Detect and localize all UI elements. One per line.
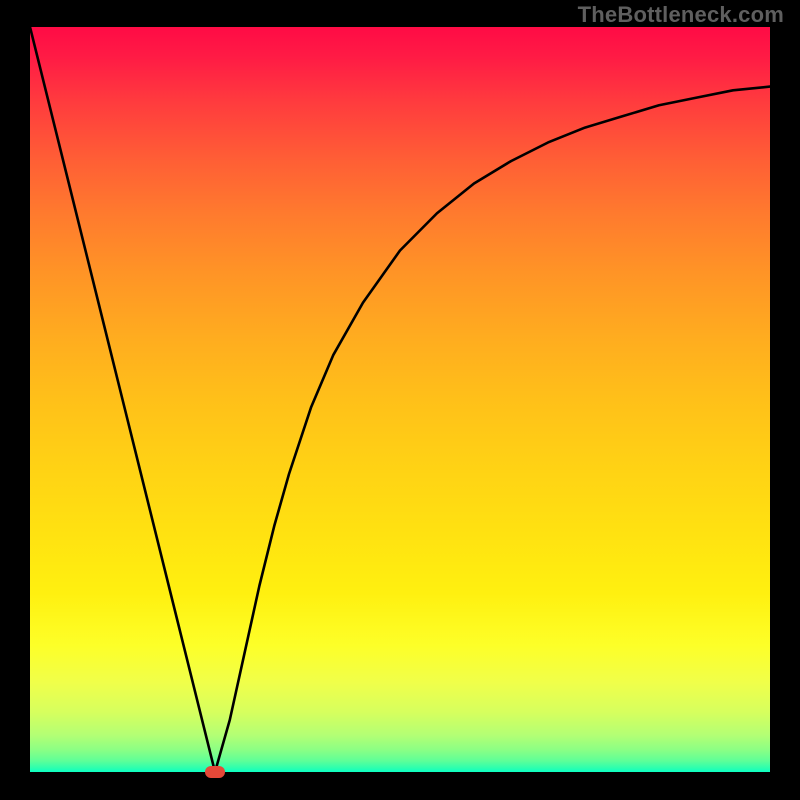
plot-area bbox=[30, 27, 770, 772]
watermark-text: TheBottleneck.com bbox=[578, 2, 784, 28]
chart-frame: TheBottleneck.com bbox=[0, 0, 800, 800]
optimal-point-marker bbox=[205, 766, 225, 778]
bottleneck-curve bbox=[30, 27, 770, 772]
curve-svg bbox=[30, 27, 770, 772]
